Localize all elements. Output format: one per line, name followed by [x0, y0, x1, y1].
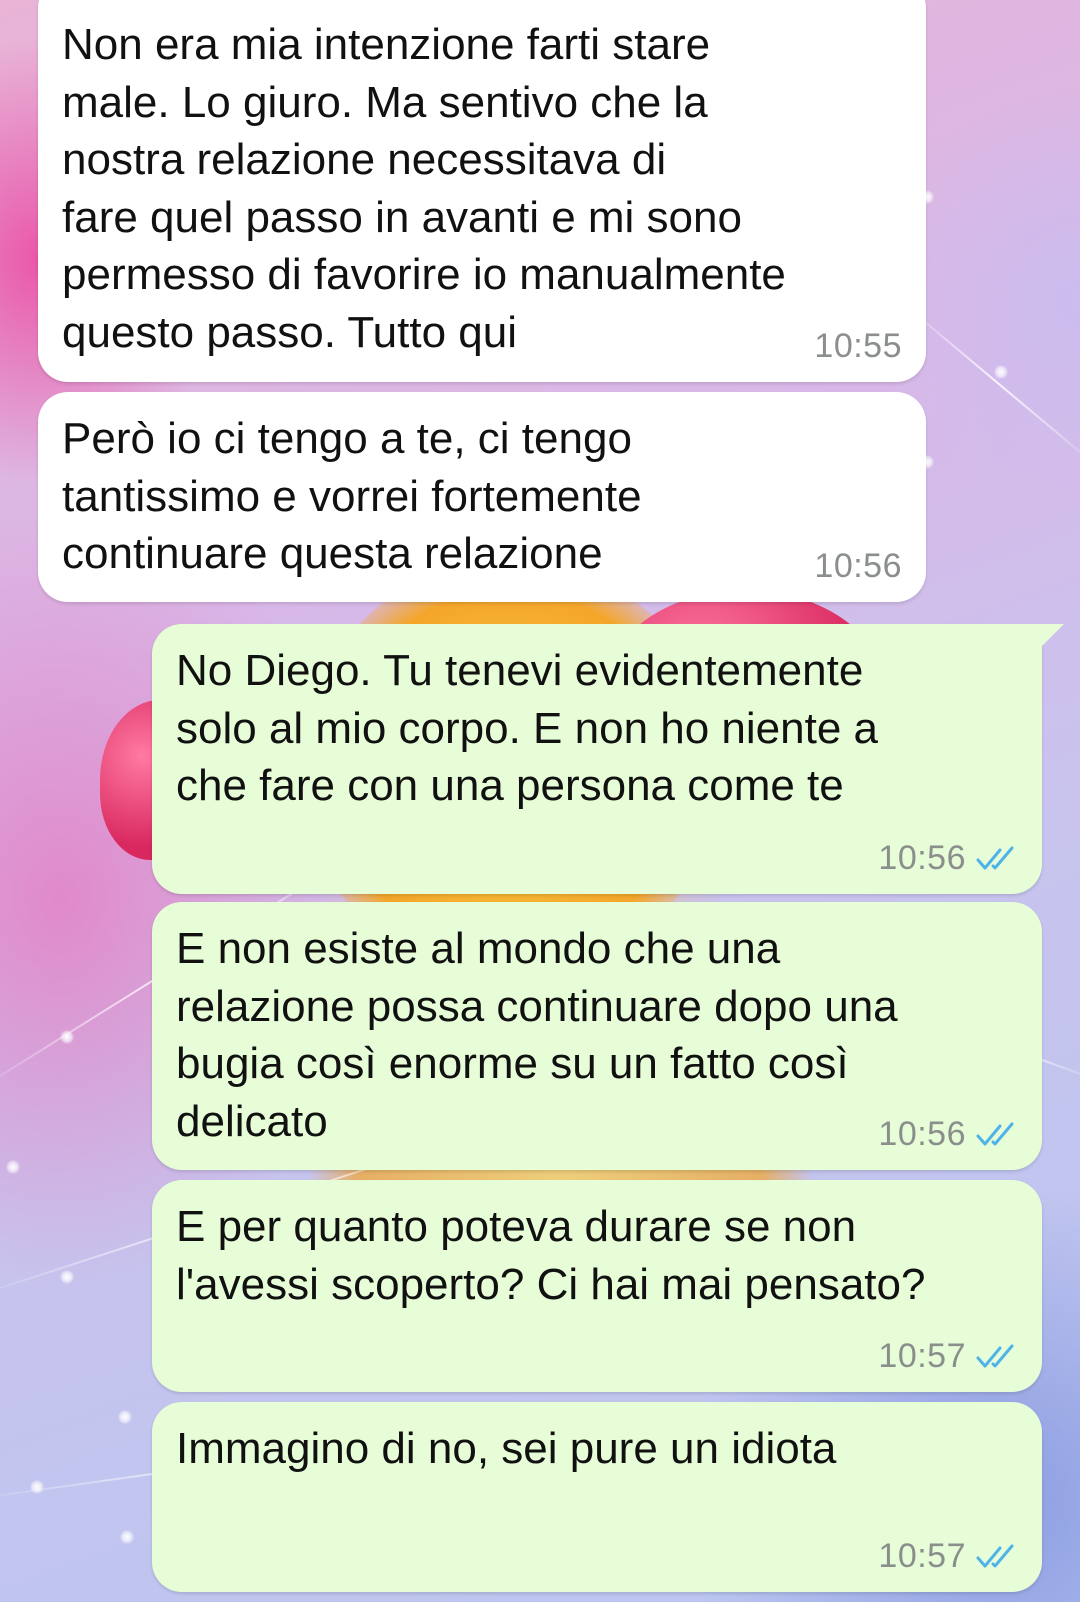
- message-meta: 10:55: [814, 327, 902, 366]
- message-meta: 10:57: [878, 1337, 1018, 1376]
- message-timestamp: 10:56: [878, 839, 966, 877]
- message-text: Immagino di no, sei pure un idiota: [176, 1424, 837, 1473]
- message-timestamp: 10:55: [814, 327, 902, 365]
- message-text: Però io ci tengo a te, ci tengo tantissi…: [62, 414, 642, 578]
- message-timestamp: 10:57: [878, 1337, 966, 1375]
- outgoing-message-bubble[interactable]: Immagino di no, sei pure un idiota 10:57: [152, 1402, 1042, 1592]
- incoming-message-bubble[interactable]: Non era mia intenzione farti stare male.…: [38, 0, 926, 382]
- double-check-read-icon: [976, 1544, 1014, 1567]
- outgoing-message-bubble[interactable]: E per quanto poteva durare se non l'aves…: [152, 1180, 1042, 1392]
- message-meta: 10:56: [878, 1115, 1018, 1154]
- outgoing-message-bubble[interactable]: No Diego. Tu tenevi evidentemente solo a…: [152, 624, 1064, 894]
- message-text: Non era mia intenzione farti stare male.…: [62, 20, 786, 357]
- outgoing-message-bubble[interactable]: E non esiste al mondo che una relazione …: [152, 902, 1042, 1170]
- message-meta: 10:56: [814, 547, 902, 586]
- message-text: E per quanto poteva durare se non l'aves…: [176, 1202, 926, 1309]
- message-text: No Diego. Tu tenevi evidentemente solo a…: [176, 646, 879, 810]
- message-list[interactable]: Non era mia intenzione farti stare male.…: [0, 0, 1080, 1602]
- message-timestamp: 10:56: [814, 547, 902, 585]
- bubble-tail: [1040, 624, 1064, 648]
- double-check-read-icon: [976, 1344, 1014, 1367]
- message-timestamp: 10:56: [878, 1115, 966, 1153]
- double-check-read-icon: [976, 846, 1014, 869]
- incoming-message-bubble[interactable]: Però io ci tengo a te, ci tengo tantissi…: [38, 392, 926, 602]
- message-timestamp: 10:57: [878, 1537, 966, 1575]
- message-meta: 10:56: [878, 839, 1018, 878]
- message-meta: 10:57: [878, 1537, 1018, 1576]
- double-check-read-icon: [976, 1122, 1014, 1145]
